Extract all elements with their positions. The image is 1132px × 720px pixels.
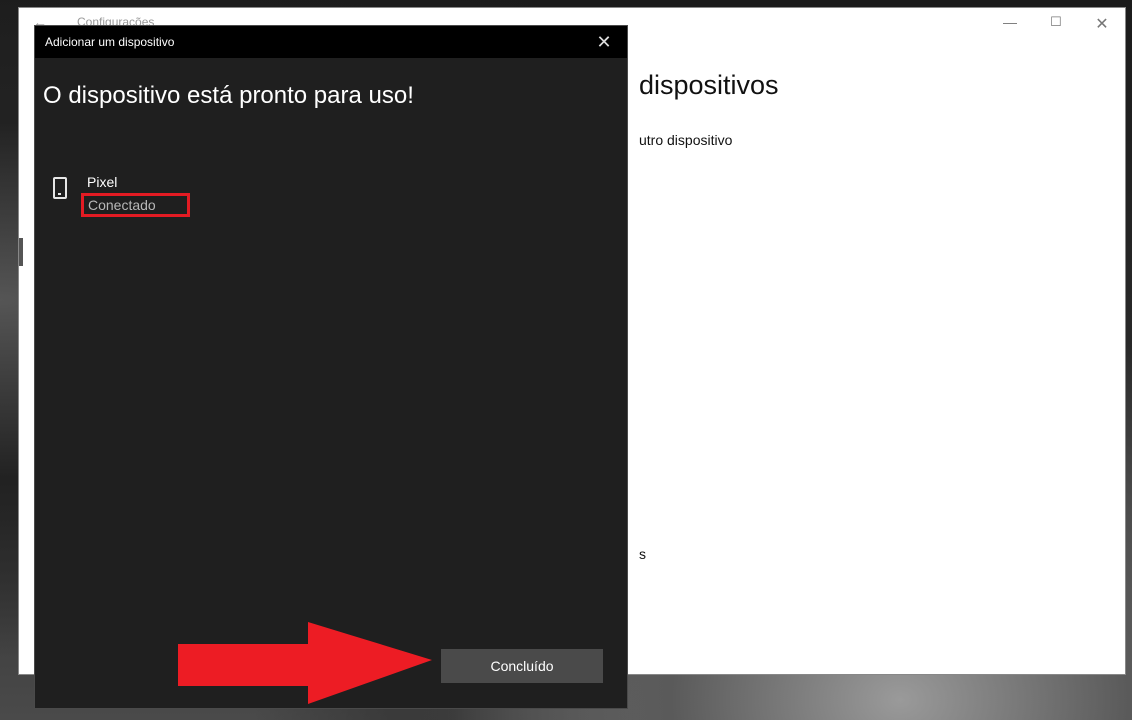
done-button[interactable]: Concluído [441, 649, 603, 683]
maximize-button[interactable]: ☐ [1033, 14, 1079, 30]
device-list-item[interactable]: Pixel Conectado [51, 174, 351, 224]
add-device-dialog: Adicionar um dispositivo ✕ O dispositivo… [34, 25, 628, 709]
minimize-button[interactable]: — [987, 14, 1033, 30]
dialog-heading: O dispositivo está pronto para uso! [43, 82, 414, 109]
status-highlight-box: Conectado [81, 193, 190, 217]
red-arrow-annotation [178, 622, 432, 704]
device-status: Conectado [88, 197, 156, 213]
dialog-titlebar: Adicionar um dispositivo ✕ [35, 26, 627, 58]
dialog-title: Adicionar um dispositivo [45, 35, 175, 49]
close-window-button[interactable]: ✕ [1079, 14, 1125, 34]
phone-icon [53, 177, 67, 199]
settings-page-heading: dispositivos [639, 70, 779, 100]
nav-selection-indicator [19, 238, 23, 266]
add-device-link[interactable]: utro dispositivo [639, 132, 732, 148]
arrow-shape [178, 622, 432, 704]
toggle-fragment [628, 285, 640, 301]
dialog-close-button[interactable]: ✕ [589, 30, 619, 54]
settings-section-fragment: s [639, 546, 646, 562]
device-name: Pixel [87, 174, 118, 190]
